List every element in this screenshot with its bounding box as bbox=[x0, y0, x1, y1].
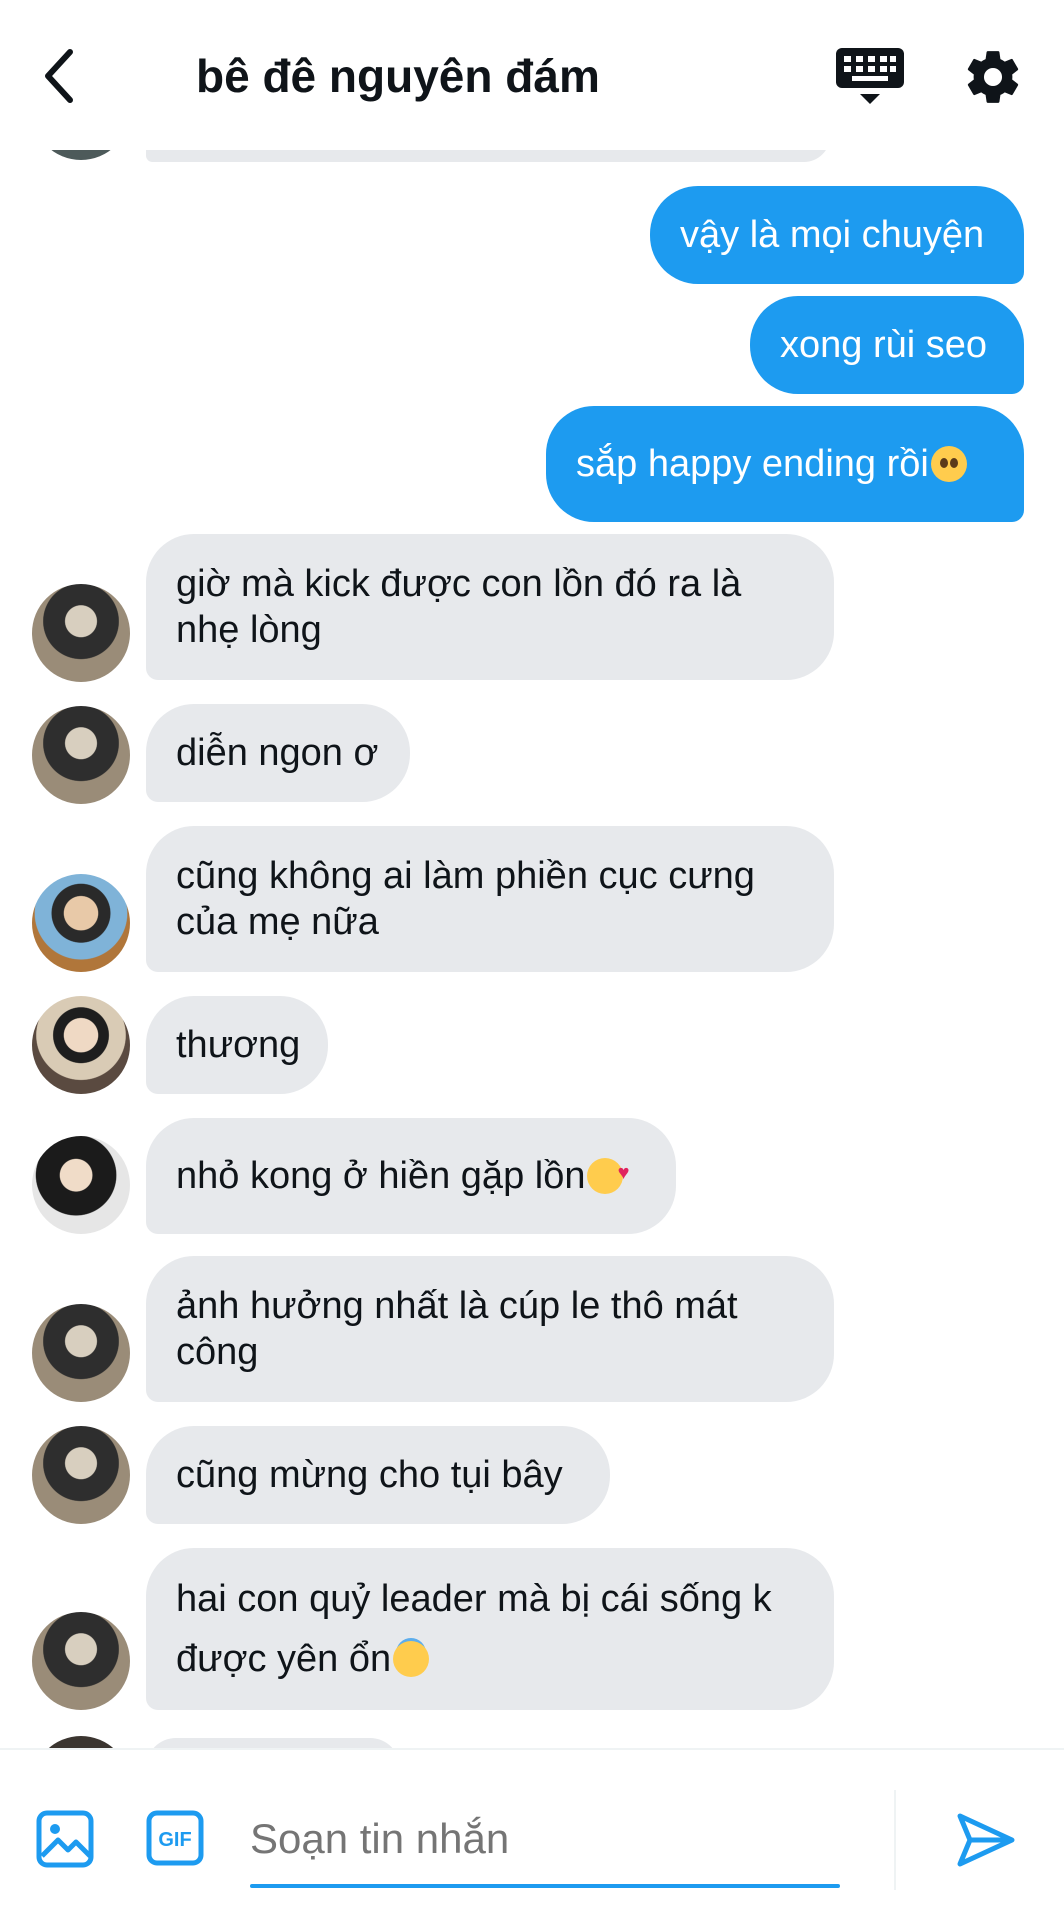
message-text-line: cũng không ai làm phiền cục cưng bbox=[176, 855, 755, 897]
message-bubble-partial bbox=[146, 1738, 400, 1748]
message-text: sắp happy ending rồi bbox=[576, 443, 929, 485]
image-icon[interactable] bbox=[36, 1810, 94, 1868]
message-text-line: được yên ổn bbox=[176, 1638, 392, 1680]
message-input[interactable] bbox=[250, 1804, 840, 1874]
avatar[interactable] bbox=[32, 874, 130, 972]
message-text-line: giờ mà kick được con lồn đó ra là bbox=[176, 563, 742, 605]
incoming-message: ảnh hưởng nhất là cúp le thô mát công bbox=[146, 1256, 834, 1402]
gif-icon[interactable]: GIF bbox=[146, 1810, 204, 1866]
message-text-line: nhẹ lòng bbox=[176, 609, 322, 651]
avatar[interactable] bbox=[32, 996, 130, 1094]
message-text: thương bbox=[176, 1024, 301, 1066]
avatar[interactable] bbox=[32, 706, 130, 804]
conversation-title: bê đê nguyên đám bbox=[196, 50, 600, 102]
send-icon[interactable] bbox=[956, 1812, 1016, 1868]
message-text-line: ảnh hưởng nhất là cúp le thô mát bbox=[176, 1285, 738, 1327]
outgoing-message: xong rùi seo bbox=[750, 296, 1024, 394]
message-text: nhỏ kong ở hiền gặp lồn bbox=[176, 1155, 586, 1197]
back-arrow-icon[interactable] bbox=[38, 44, 86, 108]
smiling-face-with-hearts-emoji bbox=[587, 1150, 629, 1196]
avatar[interactable] bbox=[32, 1304, 130, 1402]
avatar[interactable] bbox=[32, 1426, 130, 1524]
message-text-line: công bbox=[176, 1331, 259, 1373]
message-composer: GIF bbox=[0, 1748, 1064, 1922]
incoming-message: thương bbox=[146, 996, 328, 1094]
message-text: vậy là mọi chuyện bbox=[680, 214, 985, 256]
message-text-line: của mẹ nữa bbox=[176, 901, 379, 943]
composer-divider bbox=[894, 1790, 896, 1890]
avatar[interactable] bbox=[32, 584, 130, 682]
outgoing-message: sắp happy ending rồi bbox=[546, 406, 1024, 522]
incoming-message: hai con quỷ leader mà bị cái sống k được … bbox=[146, 1548, 834, 1710]
incoming-message: cũng không ai làm phiền cục cưng của mẹ n… bbox=[146, 826, 834, 972]
input-underline bbox=[250, 1884, 840, 1888]
pleading-face-emoji bbox=[930, 446, 967, 482]
incoming-message: diễn ngon ơ bbox=[146, 704, 410, 802]
avatar[interactable] bbox=[32, 1612, 130, 1710]
incoming-message: giờ mà kick được con lồn đó ra là nhẹ lòn… bbox=[146, 534, 834, 680]
message-text: cũng mừng cho tụi bây bbox=[176, 1454, 563, 1496]
smiling-face-with-halo-emoji bbox=[393, 1641, 430, 1677]
incoming-message: nhỏ kong ở hiền gặp lồn bbox=[146, 1118, 676, 1234]
keyboard-icon[interactable] bbox=[832, 44, 908, 108]
message-text-line: hai con quỷ leader mà bị cái sống k bbox=[176, 1578, 772, 1620]
message-list[interactable]: vậy là mọi chuyện xong rùi seo sắp happy… bbox=[0, 0, 1064, 1748]
avatar bbox=[32, 1736, 130, 1748]
message-text: diễn ngon ơ bbox=[176, 732, 379, 774]
incoming-message: cũng mừng cho tụi bây bbox=[146, 1426, 610, 1524]
conversation-header: bê đê nguyên đám bbox=[0, 0, 1064, 150]
outgoing-message: vậy là mọi chuyện bbox=[650, 186, 1024, 284]
gear-icon[interactable] bbox=[962, 46, 1024, 108]
message-text: xong rùi seo bbox=[780, 324, 988, 366]
avatar[interactable] bbox=[32, 1136, 130, 1234]
gif-label: GIF bbox=[158, 1829, 191, 1851]
